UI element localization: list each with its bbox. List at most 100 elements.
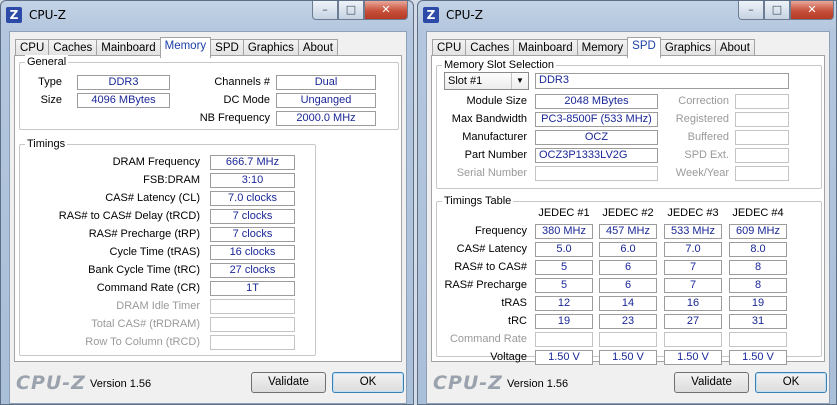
window-title: CPU-Z [29, 8, 66, 22]
validate-button[interactable]: Validate [251, 372, 326, 393]
maximize-button[interactable]: □ [764, 1, 790, 20]
slot-select[interactable]: Slot #1 ▼ [444, 72, 529, 90]
spd-panel: Memory Slot Selection Slot #1 ▼ DDR3 Mod… [431, 55, 825, 365]
dram-frequency-value: 666.7 MHz [210, 155, 295, 170]
jedec-value: 31 [729, 314, 787, 329]
channels-value: Dual [276, 75, 376, 90]
timing-label: CAS# Latency (CL) [105, 192, 200, 204]
cpuz-app-icon: Z [6, 7, 22, 23]
maximize-button[interactable]: □ [338, 1, 364, 20]
jedec-value: 7 [664, 278, 722, 293]
jedec-value: 7 [664, 260, 722, 275]
tras-value: 16 clocks [210, 245, 295, 260]
jedec-value: 16 [664, 296, 722, 311]
validate-button[interactable]: Validate [674, 372, 749, 393]
client-area: CPU Caches Mainboard Memory SPD Graphics… [9, 31, 407, 404]
timing-label: Row To Column (tRCD) [85, 336, 200, 348]
timings-group-label: Timings [25, 137, 68, 151]
title-bar[interactable]: Z CPU-Z – □ ✕ [418, 1, 836, 31]
trcd-value: 7 clocks [210, 209, 295, 224]
command-rate-label: Command Rate [449, 333, 527, 345]
jedec-value: 19 [729, 296, 787, 311]
memory-slot-group: Memory Slot Selection Slot #1 ▼ DDR3 Mod… [436, 58, 822, 189]
jedec-value: 1.50 V [535, 350, 593, 365]
jedec-value: 5.0 [535, 242, 593, 257]
timings-group: Timings DRAM Frequency 666.7 MHz FSB:DRA… [19, 137, 316, 356]
manufacturer-value: OCZ [535, 130, 658, 145]
ok-button[interactable]: OK [332, 372, 404, 393]
jedec-value: 6.0 [599, 242, 657, 257]
dram-idle-timer-value [210, 299, 295, 314]
cpuz-logo: CPU-Z [433, 372, 503, 394]
cpuz-window-memory: Z CPU-Z – □ ✕ CPU Caches Mainboard Memor… [0, 0, 414, 405]
title-bar[interactable]: Z CPU-Z – □ ✕ [1, 1, 413, 31]
type-label: Type [38, 76, 62, 88]
spd-ext-value [735, 148, 789, 163]
memory-type-value: DDR3 [535, 73, 789, 89]
close-button[interactable]: ✕ [790, 1, 834, 20]
jedec-value: 8 [729, 260, 787, 275]
ok-button[interactable]: OK [755, 372, 827, 393]
jedec-value: 8.0 [729, 242, 787, 257]
manufacturer-label: Manufacturer [462, 131, 527, 143]
week-year-label: Week/Year [675, 167, 729, 179]
jedec-value: 380 MHz [535, 224, 593, 239]
client-area: CPU Caches Mainboard Memory SPD Graphics… [426, 31, 830, 404]
jedec-value: 19 [535, 314, 593, 329]
memory-panel: General Type DDR3 Size 4096 MBytes Chann… [14, 55, 402, 362]
voltage-label: Voltage [490, 351, 527, 363]
module-size-label: Module Size [466, 95, 527, 107]
type-value: DDR3 [77, 75, 170, 90]
timing-label: Command Rate (CR) [96, 282, 200, 294]
jedec-value: 14 [599, 296, 657, 311]
close-button[interactable]: ✕ [364, 1, 408, 20]
tab-strip: CPU Caches Mainboard Memory SPD Graphics… [432, 37, 755, 58]
tab-spd[interactable]: SPD [627, 37, 661, 58]
max-bandwidth-value: PC3-8500F (533 MHz) [535, 112, 658, 127]
tab-memory[interactable]: Memory [159, 37, 212, 58]
command-rate-value: 1T [210, 281, 295, 296]
jedec-value [599, 332, 657, 347]
timings-table-group: Timings Table JEDEC #1 JEDEC #2 JEDEC #3… [436, 194, 822, 365]
jedec-value: 1.50 V [729, 350, 787, 365]
tras-label: tRAS [501, 297, 527, 309]
total-cas-value [210, 317, 295, 332]
jedec-value [535, 332, 593, 347]
trc-label: tRC [508, 315, 527, 327]
ras-precharge-label: RAS# Precharge [444, 279, 527, 291]
buffered-label: Buffered [687, 131, 729, 143]
general-group-label: General [25, 55, 69, 69]
row-to-column-value [210, 335, 295, 350]
minimize-button[interactable]: – [312, 1, 338, 20]
jedec-value [729, 332, 787, 347]
ras-to-cas-label: RAS# to CAS# [454, 261, 527, 273]
dropdown-arrow-icon[interactable]: ▼ [511, 73, 528, 89]
size-value: 4096 MBytes [77, 93, 170, 108]
registered-label: Registered [675, 113, 729, 125]
jedec-value: 5 [535, 278, 593, 293]
timings-table-group-label: Timings Table [442, 194, 514, 208]
frequency-label: Frequency [475, 225, 527, 237]
slot-select-value: Slot #1 [448, 75, 483, 87]
timing-label: FSB:DRAM [143, 174, 200, 186]
jedec-value: 12 [535, 296, 593, 311]
window-title: CPU-Z [446, 8, 483, 22]
serial-number-value [535, 166, 658, 181]
timing-label: DRAM Frequency [112, 156, 200, 168]
buffered-value [735, 130, 789, 145]
cpuz-app-icon: Z [423, 7, 439, 23]
timing-label: DRAM Idle Timer [116, 300, 200, 312]
cas-latency-value: 7.0 clocks [210, 191, 295, 206]
nbfreq-label: NB Frequency [199, 112, 270, 124]
jedec-column-header: JEDEC #4 [732, 207, 784, 219]
max-bandwidth-label: Max Bandwidth [451, 113, 527, 125]
cas-latency-label: CAS# Latency [456, 243, 527, 255]
memory-slot-group-label: Memory Slot Selection [442, 58, 557, 72]
timing-label: RAS# to CAS# Delay (tRCD) [58, 210, 200, 222]
jedec-column-header: JEDEC #3 [667, 207, 719, 219]
jedec-value: 457 MHz [599, 224, 657, 239]
jedec-value: 7.0 [664, 242, 722, 257]
jedec-value: 23 [599, 314, 657, 329]
cpuz-logo: CPU-Z [16, 372, 86, 394]
minimize-button[interactable]: – [738, 1, 764, 20]
